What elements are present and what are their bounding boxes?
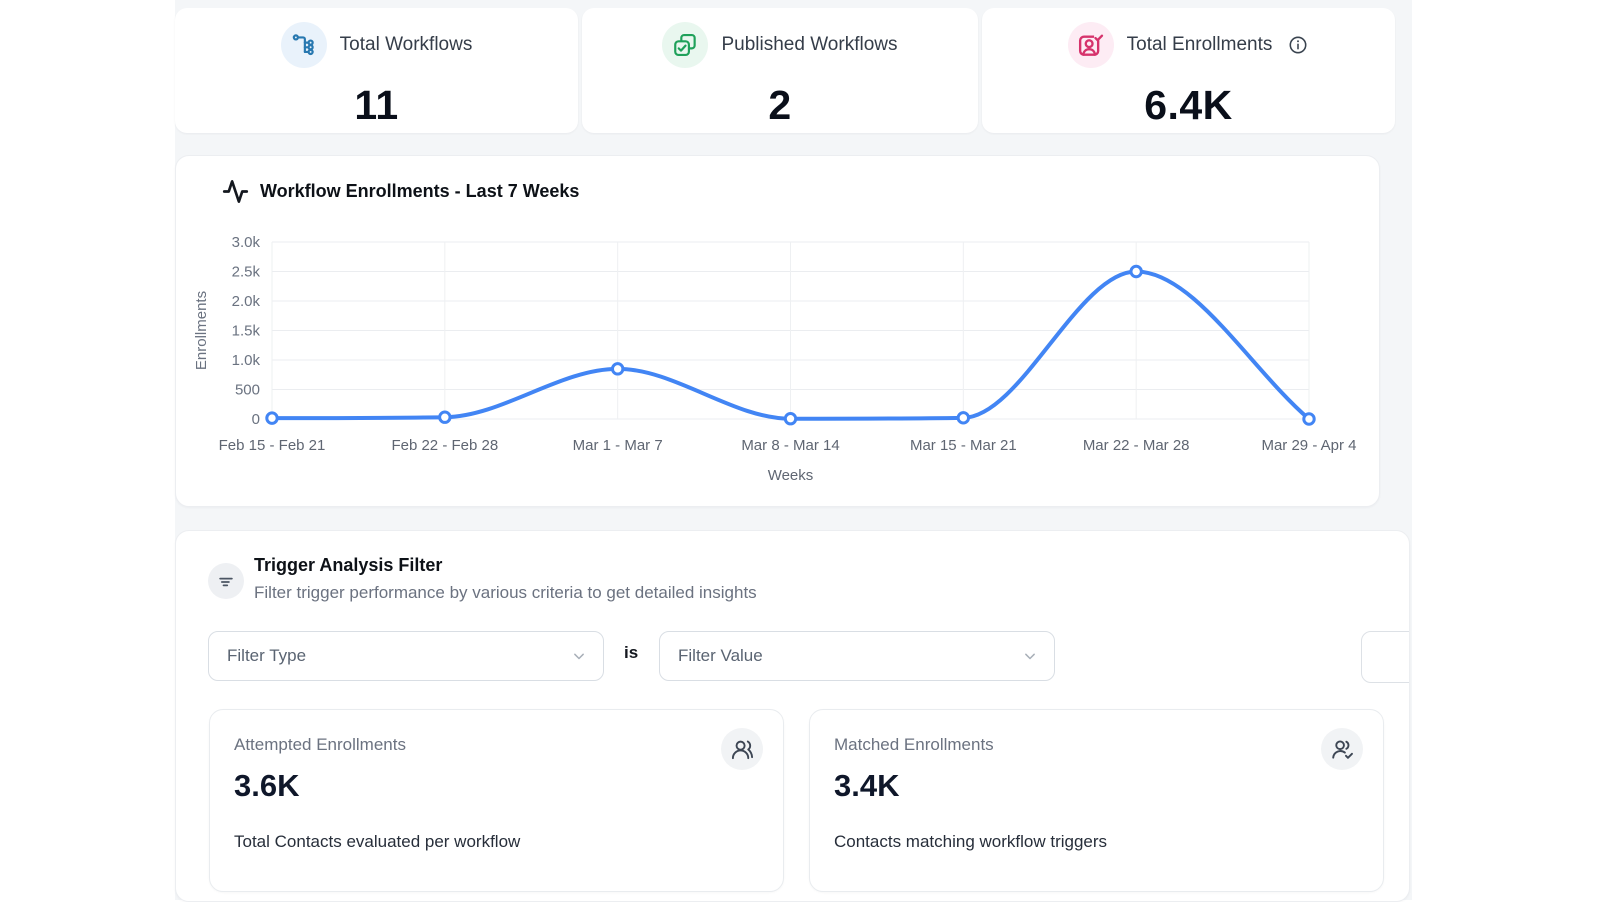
chevron-down-icon xyxy=(1020,646,1040,666)
stat-label: Published Workflows xyxy=(721,34,897,56)
svg-text:1.5k: 1.5k xyxy=(232,323,261,340)
svg-text:Weeks: Weeks xyxy=(768,467,814,484)
metric-value: 3.4K xyxy=(834,768,899,804)
stat-label: Total Workflows xyxy=(340,34,473,56)
user-card-check-icon xyxy=(1068,22,1114,68)
dashboard-content: Total Workflows 11 Published Workflows 2 xyxy=(175,0,1412,900)
enrollments-line-chart[interactable]: 0 500 1.0k 1.5k 2.0k 2.5k 3.0k Feb 15 - Feb 21 F… xyxy=(176,234,1381,489)
svg-text:Mar 15 - Mar 21: Mar 15 - Mar 21 xyxy=(910,437,1017,454)
metric-description: Contacts matching workflow triggers xyxy=(834,832,1107,852)
activity-icon xyxy=(222,178,249,205)
chevron-down-icon xyxy=(569,646,589,666)
svg-text:Mar 8 - Mar 14: Mar 8 - Mar 14 xyxy=(741,437,839,454)
filter-action-partial[interactable] xyxy=(1361,631,1410,683)
users-icon xyxy=(721,728,763,770)
filter-value-select[interactable]: Filter Value xyxy=(659,631,1055,681)
info-icon[interactable] xyxy=(1287,34,1309,56)
svg-text:3.0k: 3.0k xyxy=(232,234,261,251)
filter-section-title: Trigger Analysis Filter xyxy=(254,555,442,576)
stat-value: 6.4K xyxy=(1144,82,1233,129)
filter-value-value: Filter Value xyxy=(678,646,763,666)
stat-value: 11 xyxy=(354,82,398,129)
svg-text:2.0k: 2.0k xyxy=(232,293,261,310)
filter-row: Filter Type is Filter Value xyxy=(176,631,1409,681)
stat-card-total-enrollments: Total Enrollments 6.4K xyxy=(982,8,1395,133)
matched-enrollments-card: Matched Enrollments 3.4K Contacts matchi… xyxy=(809,709,1384,892)
filter-section-subtitle: Filter trigger performance by various cr… xyxy=(254,583,757,603)
metric-label: Attempted Enrollments xyxy=(234,735,406,755)
svg-text:1.0k: 1.0k xyxy=(232,352,261,369)
stat-value: 2 xyxy=(768,82,791,129)
svg-text:Enrollments: Enrollments xyxy=(193,291,210,370)
stat-label: Total Enrollments xyxy=(1127,34,1273,56)
svg-text:Mar 29 - Apr 4: Mar 29 - Apr 4 xyxy=(1261,437,1356,454)
svg-text:0: 0 xyxy=(252,411,260,428)
filter-type-select[interactable]: Filter Type xyxy=(208,631,604,681)
metric-description: Total Contacts evaluated per workflow xyxy=(234,832,520,852)
workflow-enrollments-chart-card: Workflow Enrollments - Last 7 Weeks 0 500… xyxy=(175,155,1380,507)
filter-connector-label: is xyxy=(624,643,638,663)
metric-value: 3.6K xyxy=(234,768,299,804)
chart-title: Workflow Enrollments - Last 7 Weeks xyxy=(260,181,579,202)
stat-card-total-workflows: Total Workflows 11 xyxy=(175,8,578,133)
user-check-icon xyxy=(1321,728,1363,770)
svg-text:500: 500 xyxy=(235,382,260,399)
svg-text:Feb 22 - Feb 28: Feb 22 - Feb 28 xyxy=(391,437,498,454)
attempted-enrollments-card: Attempted Enrollments 3.6K Total Contact… xyxy=(209,709,784,892)
copy-check-icon xyxy=(662,22,708,68)
svg-text:Feb 15 - Feb 21: Feb 15 - Feb 21 xyxy=(219,437,326,454)
workflow-icon xyxy=(281,22,327,68)
stats-row: Total Workflows 11 Published Workflows 2 xyxy=(175,8,1395,133)
stat-card-published-workflows: Published Workflows 2 xyxy=(582,8,978,133)
filter-type-value: Filter Type xyxy=(227,646,306,666)
trigger-analysis-filter-card: Trigger Analysis Filter Filter trigger p… xyxy=(175,530,1410,902)
svg-text:Mar 22 - Mar 28: Mar 22 - Mar 28 xyxy=(1083,437,1190,454)
svg-text:Mar 1 - Mar 7: Mar 1 - Mar 7 xyxy=(573,437,663,454)
filter-lines-icon xyxy=(208,563,244,599)
svg-text:2.5k: 2.5k xyxy=(232,264,261,281)
metric-label: Matched Enrollments xyxy=(834,735,994,755)
